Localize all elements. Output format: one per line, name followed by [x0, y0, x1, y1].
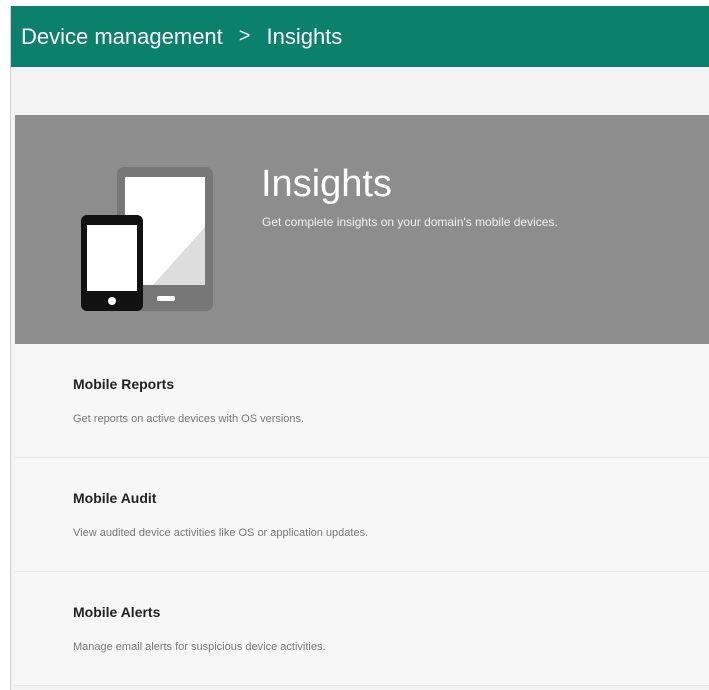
list-item-mobile-alerts[interactable]: Mobile Alerts Manage email alerts for su…: [15, 572, 709, 686]
spacer: [11, 67, 709, 115]
list-item-mobile-audit[interactable]: Mobile Audit View audited device activit…: [15, 458, 709, 572]
item-title: Mobile Audit: [73, 490, 157, 506]
item-description: View audited device activities like OS o…: [73, 527, 369, 539]
item-description: Manage email alerts for suspicious devic…: [73, 641, 326, 653]
devices-icon: [81, 167, 213, 311]
insights-list: Mobile Reports Get reports on active dev…: [15, 344, 709, 686]
page-subtitle: Get complete insights on your domain's m…: [262, 215, 558, 229]
breadcrumb-device-management[interactable]: Device management: [21, 24, 223, 50]
breadcrumb-insights: Insights: [266, 23, 343, 49]
list-item-mobile-reports[interactable]: Mobile Reports Get reports on active dev…: [15, 344, 709, 458]
top-bar: Device management > Insights: [11, 6, 709, 67]
item-description: Get reports on active devices with OS ve…: [73, 413, 305, 425]
page-title: Insights: [261, 163, 392, 205]
insights-hero: Insights Get complete insights on your d…: [15, 115, 709, 344]
item-title: Mobile Alerts: [73, 604, 161, 620]
item-title: Mobile Reports: [73, 376, 175, 392]
app-frame: Device management > Insights Insights Ge…: [10, 6, 709, 690]
breadcrumb-separator-icon: >: [238, 25, 251, 47]
